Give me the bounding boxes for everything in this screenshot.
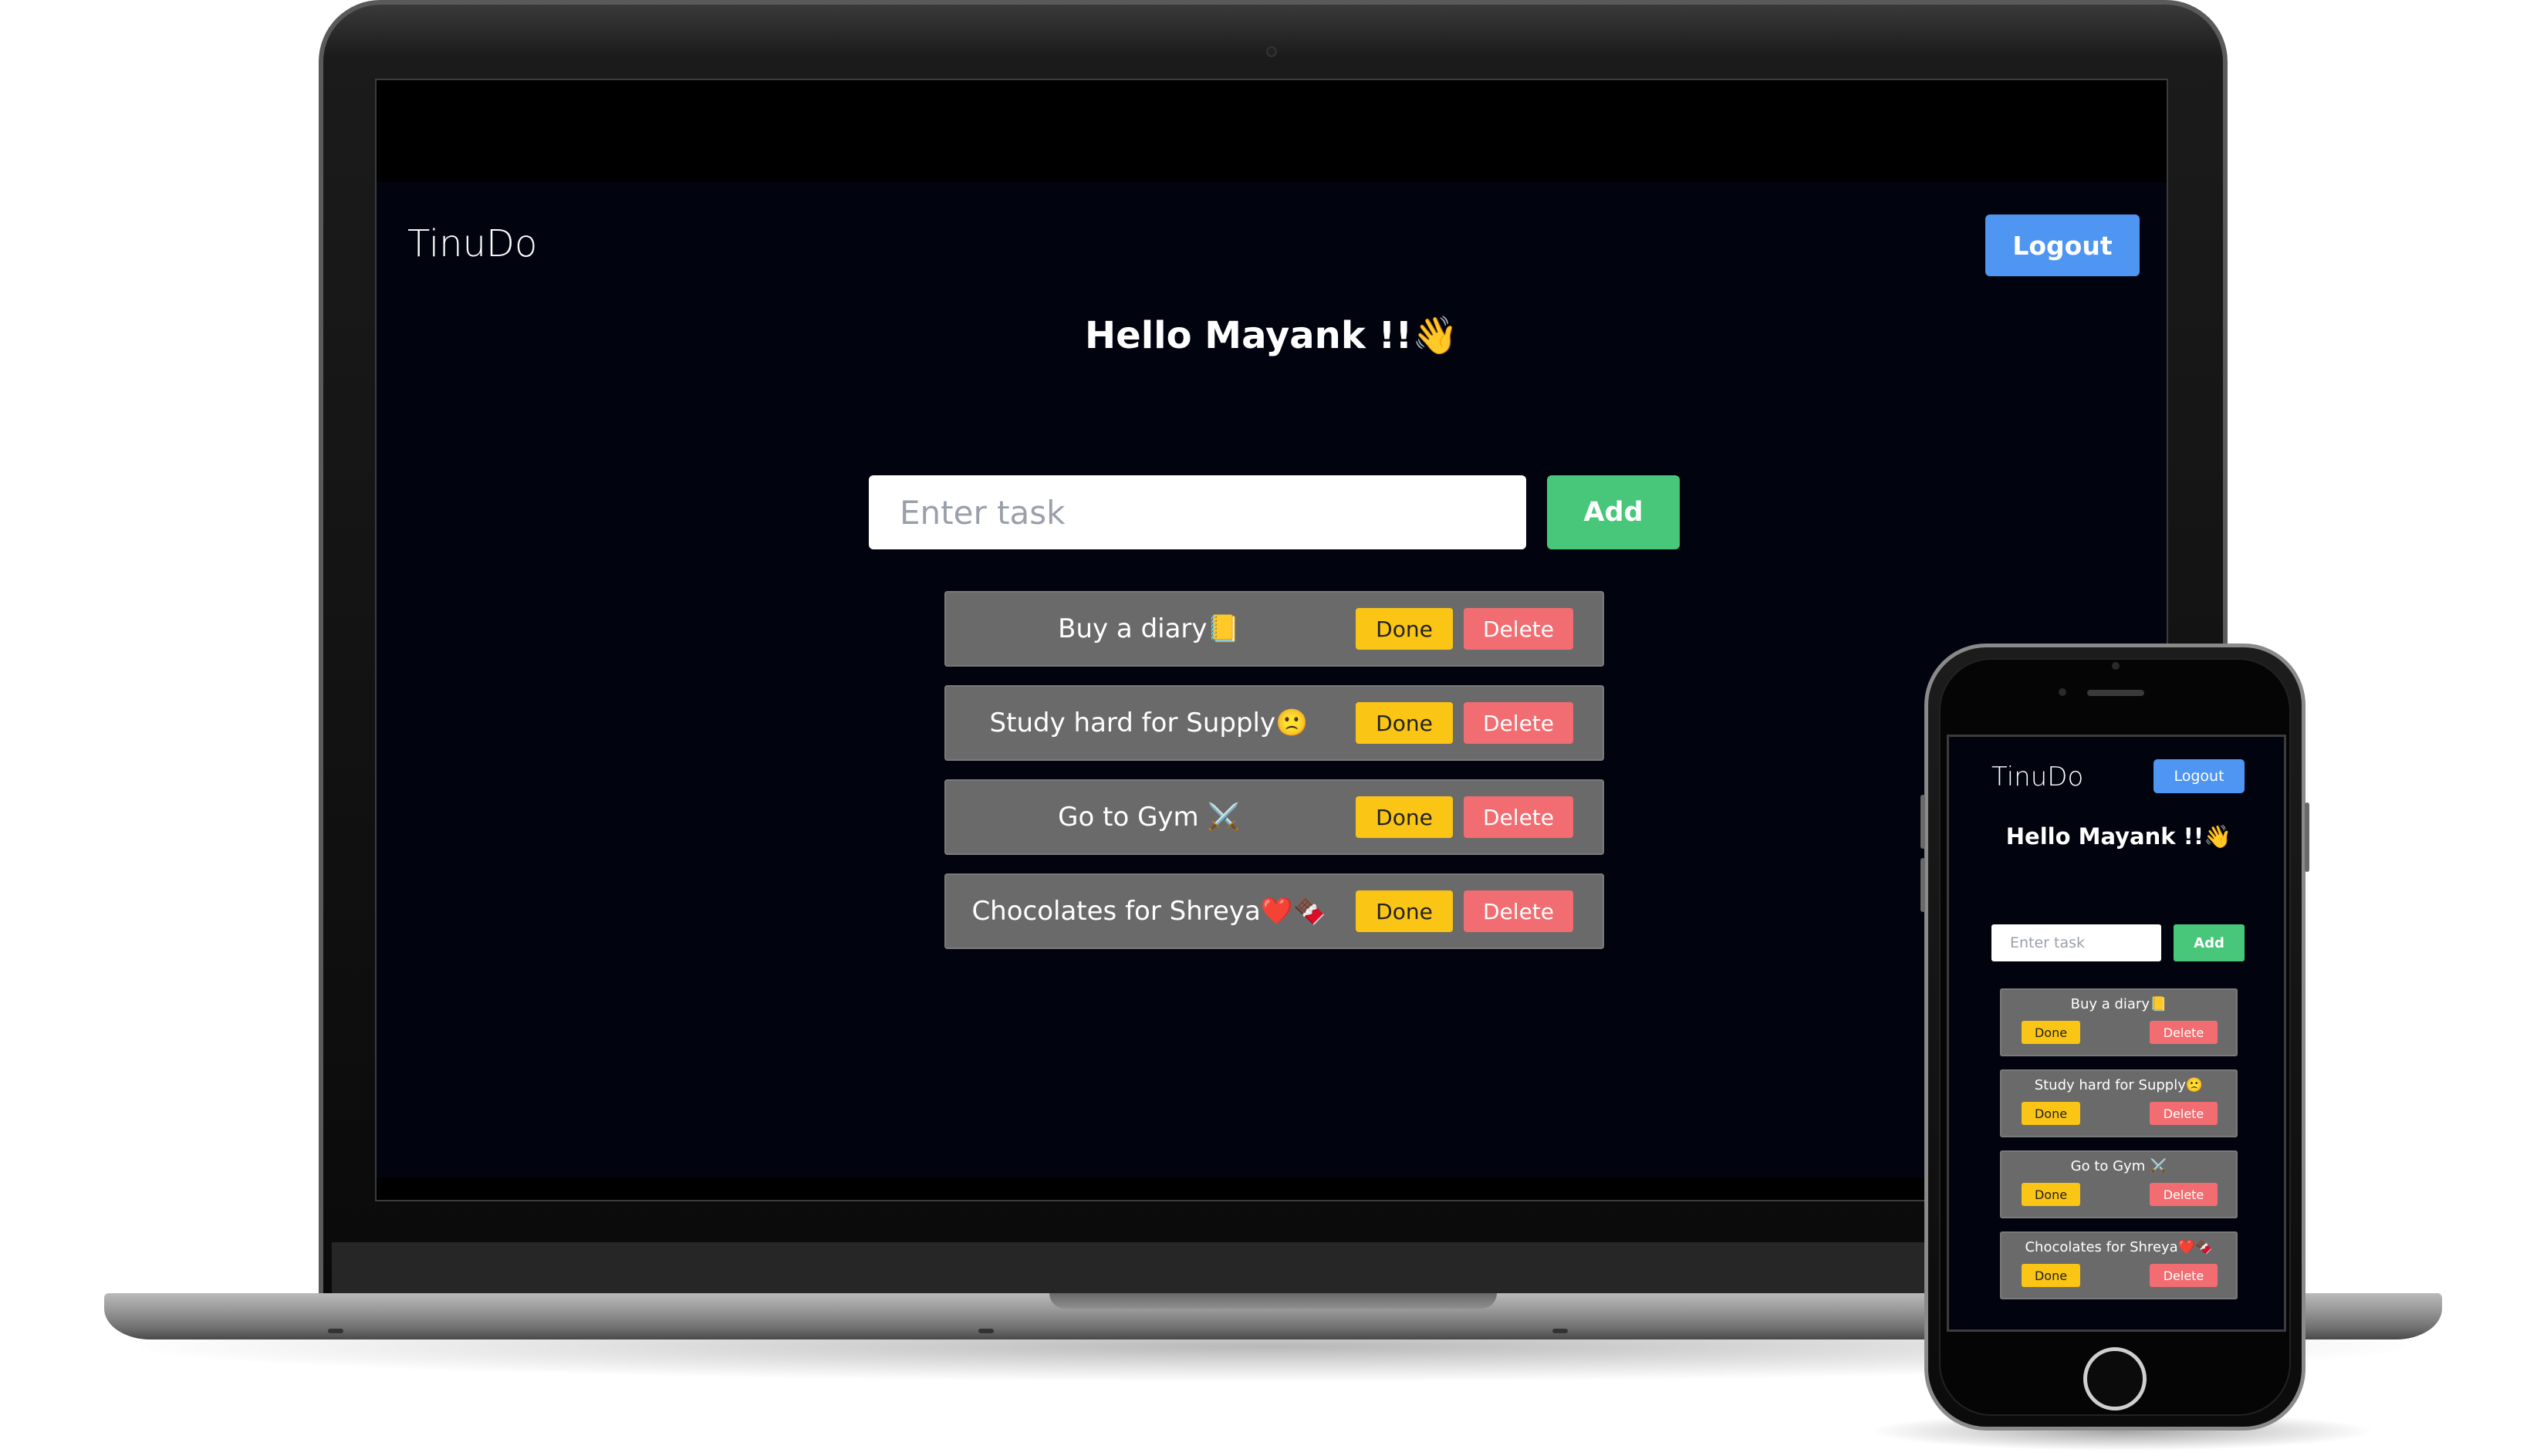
task-list: Buy a diary📒 Done Delete Study hard for …	[944, 591, 1604, 968]
laptop-foot	[328, 1329, 343, 1333]
phone-speaker	[2087, 690, 2144, 696]
task-text: Chocolates for Shreya❤️🍫	[971, 896, 1326, 927]
mobile-delete-button[interactable]: Delete	[2150, 1102, 2218, 1125]
delete-button[interactable]: Delete	[1464, 890, 1573, 932]
phone-volume-button	[1920, 795, 1925, 849]
mobile-delete-button[interactable]: Delete	[2150, 1264, 2218, 1287]
mobile-done-button[interactable]: Done	[2022, 1102, 2080, 1125]
mobile-greeting-heading: Hello Mayank !!👋	[2005, 823, 2232, 850]
mobile-task-text: Buy a diary📒	[2070, 996, 2167, 1012]
laptop-screen: TinuDo Logout Hello Mayank !!👋 Add Buy a…	[375, 79, 2168, 1201]
task-row: Buy a diary📒 Done Delete	[944, 591, 1604, 667]
task-row: Go to Gym ⚔️ Done Delete	[944, 779, 1604, 855]
task-text: Study hard for Supply🙁	[989, 708, 1309, 738]
app-brand: TinuDo	[407, 222, 538, 265]
desktop-app: TinuDo Logout Hello Mayank !!👋 Add Buy a…	[377, 182, 2167, 1177]
task-input[interactable]	[869, 475, 1526, 549]
add-task-button[interactable]: Add	[1547, 475, 1680, 549]
greeting-heading: Hello Mayank !!👋	[1084, 314, 1459, 357]
mobile-add-task-button[interactable]: Add	[2174, 924, 2245, 961]
mobile-task-row: Buy a diary📒 Done Delete	[2000, 988, 2238, 1056]
done-button[interactable]: Done	[1356, 890, 1453, 932]
mobile-done-button[interactable]: Done	[2022, 1264, 2080, 1287]
laptop-foot	[1552, 1329, 1568, 1333]
delete-button[interactable]: Delete	[1464, 608, 1573, 650]
phone-power-button	[2305, 802, 2309, 872]
task-text: Go to Gym ⚔️	[1058, 802, 1240, 833]
delete-button[interactable]: Delete	[1464, 796, 1573, 838]
laptop-camera-icon	[1266, 46, 1277, 57]
logout-button[interactable]: Logout	[1985, 215, 2140, 276]
mobile-task-row: Chocolates for Shreya❤️🍫 Done Delete	[2000, 1231, 2238, 1299]
task-row: Chocolates for Shreya❤️🍫 Done Delete	[944, 873, 1604, 949]
phone-screen: TinuDo Logout Hello Mayank !!👋 Add Buy a…	[1947, 735, 2286, 1332]
mobile-task-text: Go to Gym ⚔️	[2070, 1158, 2167, 1174]
mobile-task-text: Chocolates for Shreya❤️🍫	[2025, 1239, 2213, 1255]
mobile-logout-button[interactable]: Logout	[2153, 759, 2245, 793]
mobile-task-input[interactable]	[1991, 924, 2161, 961]
mobile-app-brand: TinuDo	[1991, 762, 2084, 792]
mobile-delete-button[interactable]: Delete	[2150, 1183, 2218, 1206]
mobile-delete-button[interactable]: Delete	[2150, 1021, 2218, 1044]
delete-button[interactable]: Delete	[1464, 702, 1573, 744]
done-button[interactable]: Done	[1356, 702, 1453, 744]
phone-volume-button	[1920, 858, 1925, 912]
laptop-foot	[978, 1329, 994, 1333]
mobile-task-list: Buy a diary📒 Done Delete Study hard for …	[2000, 988, 2238, 1312]
task-text: Buy a diary📒	[1058, 613, 1240, 644]
phone-sensor-icon	[2112, 662, 2120, 670]
mobile-done-button[interactable]: Done	[2022, 1021, 2080, 1044]
mobile-task-row: Go to Gym ⚔️ Done Delete	[2000, 1150, 2238, 1218]
phone-camera-icon	[2059, 688, 2066, 696]
mobile-done-button[interactable]: Done	[2022, 1183, 2080, 1206]
mobile-task-row: Study hard for Supply🙁 Done Delete	[2000, 1069, 2238, 1137]
mobile-task-text: Study hard for Supply🙁	[2034, 1077, 2204, 1093]
done-button[interactable]: Done	[1356, 608, 1453, 650]
phone-home-button	[2083, 1347, 2147, 1410]
done-button[interactable]: Done	[1356, 796, 1453, 838]
task-row: Study hard for Supply🙁 Done Delete	[944, 685, 1604, 761]
laptop-hinge-notch	[1049, 1293, 1497, 1309]
